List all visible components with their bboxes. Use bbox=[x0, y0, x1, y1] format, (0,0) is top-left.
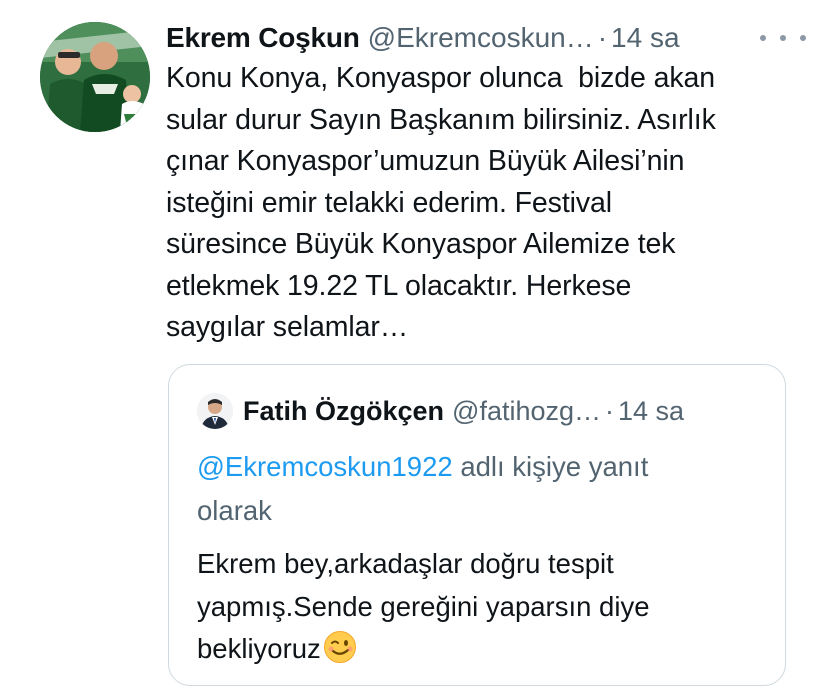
tweet-header: Ekrem Coşkun @Ekremcoskun… · 14 sa bbox=[166, 18, 806, 58]
reply-mention-link[interactable]: @Ekremcoskun1922 bbox=[197, 451, 453, 482]
quote-text-line: yapmış.Sende gereğini yaparsın diye bbox=[197, 590, 650, 622]
reply-context-text: olarak bbox=[197, 495, 272, 526]
winking-face-icon bbox=[323, 630, 357, 664]
tweet-text-line: isteğini emir telakki ederim. Festival bbox=[166, 186, 613, 219]
tweet-text-line: Konu Konya, Konyaspor olunca bizde akan bbox=[166, 62, 715, 94]
author-handle[interactable]: @Ekremcoskun… bbox=[368, 22, 594, 54]
tweet-text-line: sular durur Sayın Başkanım bilirsiniz. A… bbox=[166, 103, 716, 136]
quote-text-line: bekliyoruz bbox=[197, 633, 321, 664]
quote-header: Fatih Özgökçen @fatihozg… · 14 sa bbox=[243, 393, 763, 429]
more-horizontal-icon[interactable] bbox=[760, 24, 806, 52]
reply-context: @Ekremcoskun1922 adlı kişiye yanıt olara… bbox=[197, 445, 757, 533]
quote-author-handle: @fatihozg… bbox=[452, 395, 602, 426]
separator-dot: · bbox=[597, 22, 608, 53]
tweet-text-line: saygılar selamlar… bbox=[166, 311, 409, 343]
tweet-text-line: süresince Büyük Konyaspor Ailemize tek bbox=[166, 228, 676, 260]
quote-text-line: Ekrem bey,arkadaşlar doğru tespit bbox=[197, 548, 614, 579]
tweet-text-line: çınar Konyaspor’umuzun Büyük Ailesi’nin bbox=[166, 145, 685, 177]
quote-author-name: Fatih Özgökçen bbox=[243, 395, 445, 426]
tweet-timestamp[interactable]: 14 sa bbox=[611, 22, 680, 54]
tweet-text: Konu Konya, Konyaspor olunca bizde akan s… bbox=[166, 58, 806, 349]
tweet[interactable]: Ekrem Coşkun @Ekremcoskun… · 14 sa Konu … bbox=[0, 0, 828, 694]
quote-author-avatar[interactable] bbox=[197, 393, 233, 429]
author-name[interactable]: Ekrem Coşkun bbox=[166, 22, 360, 54]
quote-text: Ekrem bey,arkadaşlar doğru tespit yapmış.… bbox=[197, 543, 767, 671]
quoted-tweet[interactable]: Fatih Özgökçen @fatihozg… · 14 sa @Ekrem… bbox=[168, 364, 786, 686]
separator-dot: · bbox=[605, 395, 615, 426]
author-avatar[interactable] bbox=[40, 22, 150, 132]
quote-timestamp: 14 sa bbox=[618, 395, 685, 426]
reply-context-text: adlı kişiye yanıt bbox=[452, 451, 649, 482]
tweet-text-line: etlekmek 19.22 TL olacaktır. Herkese bbox=[166, 269, 632, 302]
